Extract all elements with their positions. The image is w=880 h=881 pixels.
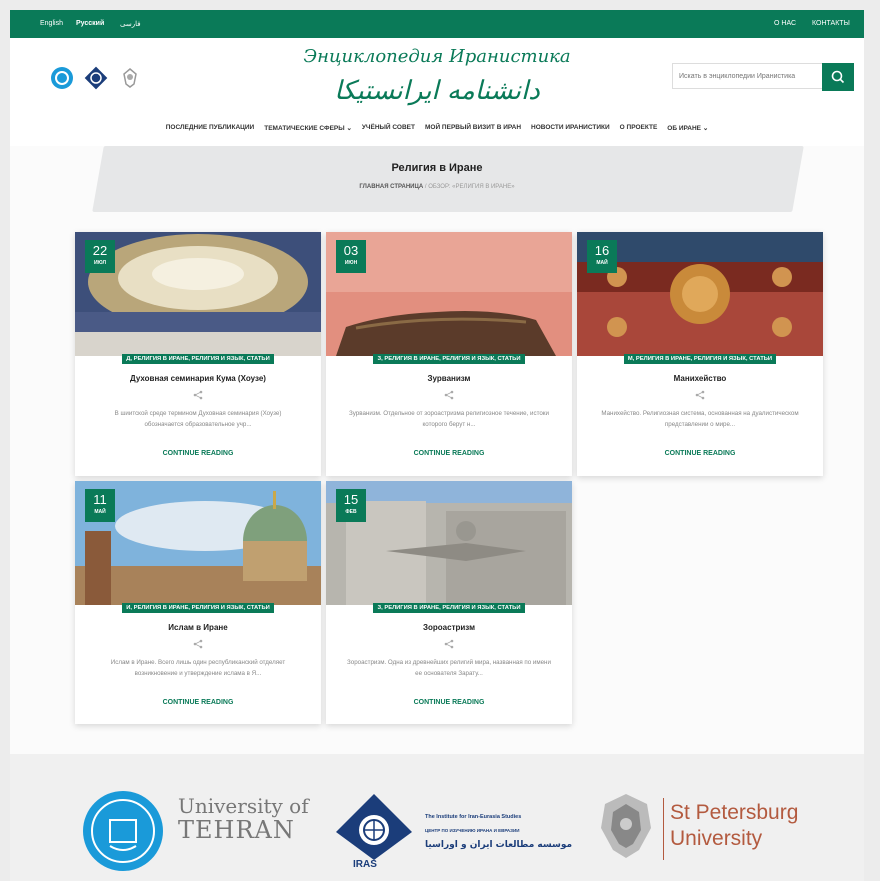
nav-about-project[interactable]: О ПРОЕКТЕ (620, 124, 658, 132)
date-day: 16 (594, 243, 610, 258)
iras-name-en: The Institute for Iran-Eurasia Studies (425, 814, 522, 820)
share-icon[interactable] (695, 390, 705, 400)
date-badge: 03 ИЮН (336, 240, 366, 273)
post-card[interactable]: 11 МАЙ И, РЕЛИГИЯ В ИРАНЕ, РЕЛИГИЯ И ЯЗЫК… (75, 481, 321, 724)
nav-about-iran[interactable]: ОБ ИРАНЕ ⌄ (667, 124, 708, 132)
category-tag[interactable]: И, РЕЛИГИЯ В ИРАНЕ, РЕЛИГИЯ И ЯЗЫК, СТАТ… (122, 603, 274, 613)
post-card[interactable]: 03 ИЮН З, РЕЛИГИЯ В ИРАНЕ, РЕЛИГИЯ И ЯЗЫК… (326, 232, 572, 476)
lang-farsi[interactable]: فارسی (120, 20, 141, 28)
breadcrumb-current: / ОБЗОР: «РЕЛИГИЯ В ИРАНЕ» (424, 184, 515, 190)
nav-latest[interactable]: ПОСЛЕДНИЕ ПУБЛИКАЦИИ (166, 124, 255, 132)
share-icon[interactable] (444, 390, 454, 400)
search-input[interactable] (672, 63, 822, 89)
post-excerpt: Зурванизм. Отдельное от зороастризма рел… (349, 410, 549, 428)
post-title[interactable]: Ислам в Иране (75, 623, 321, 632)
post-title[interactable]: Манихейство (577, 374, 823, 383)
top-bar: English Русский فارسی О НАС КОНТАКТЫ (10, 10, 864, 38)
search-icon (831, 70, 845, 84)
spbu-line1: St Petersburg (670, 801, 799, 824)
post-excerpt: Ислам в Иране. Всего лишь один республик… (110, 659, 286, 677)
spbu-divider (663, 798, 664, 860)
nav-about-iran-label: ОБ ИРАНЕ (667, 125, 701, 132)
page-frame: English Русский فارسی О НАС КОНТАКТЫ Энц… (10, 10, 864, 881)
date-badge: 16 МАЙ (587, 240, 617, 273)
date-month: ИЮЛ (93, 260, 107, 266)
date-badge: 15 ФЕВ (336, 489, 366, 522)
chevron-down-icon: ⌄ (346, 125, 352, 132)
search-button[interactable] (822, 63, 854, 91)
share-icon[interactable] (193, 390, 203, 400)
share-icon[interactable] (193, 639, 203, 649)
site-header: Энциклопедия Иранистика دانشنامه ایرانست… (10, 38, 864, 146)
nav-first-visit[interactable]: МОЙ ПЕРВЫЙ ВИЗИТ В ИРАН (425, 124, 521, 132)
category-tag[interactable]: З, РЕЛИГИЯ В ИРАНЕ, РЕЛИГИЯ И ЯЗЫК, СТАТ… (373, 354, 525, 364)
post-excerpt: Манихейство. Религиозная система, основа… (601, 410, 799, 428)
date-month: ФЕВ (345, 509, 357, 515)
title-banner (92, 146, 804, 212)
post-title[interactable]: Зороастризм (326, 623, 572, 632)
nav-topics[interactable]: ТЕМАТИЧЕСКИЕ СФЕРЫ ⌄ (264, 124, 352, 132)
continue-reading-link[interactable]: CONTINUE READING (326, 699, 572, 706)
spbu-name: St Petersburg University (670, 800, 798, 852)
search-box (672, 63, 857, 91)
main-nav: ПОСЛЕДНИЕ ПУБЛИКАЦИИ ТЕМАТИЧЕСКИЕ СФЕРЫ … (10, 124, 864, 132)
post-card[interactable]: 15 ФЕВ З, РЕЛИГИЯ В ИРАНЕ, РЕЛИГИЯ И ЯЗЫК… (326, 481, 572, 724)
continue-reading-link[interactable]: CONTINUE READING (577, 450, 823, 457)
date-day: 15 (343, 492, 359, 507)
about-link[interactable]: О НАС (774, 20, 796, 27)
date-month: МАЙ (94, 509, 106, 515)
iras-name-fa: موسسه مطالعات ایران و اوراسیا (425, 840, 573, 850)
post-title[interactable]: Духовная семинария Кума (Хоузе) (75, 374, 321, 383)
date-badge: 22 ИЮЛ (85, 240, 115, 273)
iras-name-ru: ЦЕНТР ПО ИЗУЧЕНИЮ ИРАНА И ЕВРАЗИИ (425, 828, 520, 833)
contacts-link[interactable]: КОНТАКТЫ (812, 20, 850, 27)
breadcrumb-home[interactable]: ГЛАВНАЯ СТРАНИЦА (359, 184, 423, 190)
category-tag[interactable]: З, РЕЛИГИЯ В ИРАНЕ, РЕЛИГИЯ И ЯЗЫК, СТАТ… (373, 603, 525, 613)
post-card[interactable]: 22 ИЮЛ Д, РЕЛИГИЯ В ИРАНЕ, РЕЛИГИЯ И ЯЗЫК… (75, 232, 321, 476)
spbu-crest-logo[interactable] (595, 790, 657, 862)
ut-line1: University of (178, 794, 309, 818)
continue-reading-link[interactable]: CONTINUE READING (75, 450, 321, 457)
lang-english[interactable]: English (40, 20, 63, 27)
post-title[interactable]: Зурванизм (326, 374, 572, 383)
partners-footer: University of TEHRAN IRAS The Institute … (10, 754, 864, 881)
date-month: МАЙ (596, 260, 608, 266)
university-tehran-logo[interactable] (82, 790, 164, 872)
page-title: Религия в Иране (391, 162, 483, 174)
date-month: ИЮН (344, 260, 358, 266)
nav-council[interactable]: УЧЁНЫЙ СОВЕТ (362, 124, 415, 132)
university-tehran-name: University of TEHRAN (178, 794, 309, 842)
continue-reading-link[interactable]: CONTINUE READING (326, 450, 572, 457)
post-excerpt: Зороастризм. Одна из древнейших религий … (347, 659, 551, 677)
date-day: 03 (343, 243, 359, 258)
date-day: 22 (92, 243, 108, 258)
breadcrumb: ГЛАВНАЯ СТРАНИЦА / ОБЗОР: «РЕЛИГИЯ В ИРА… (10, 184, 864, 190)
iras-logo[interactable] (332, 790, 416, 860)
spbu-line2: University (670, 827, 763, 850)
post-excerpt: В шиитской среде термином Духовная семин… (114, 410, 282, 428)
nav-news[interactable]: НОВОСТИ ИРАНИСТИКИ (531, 124, 610, 132)
chevron-down-icon: ⌄ (702, 125, 709, 132)
share-icon[interactable] (444, 639, 454, 649)
date-day: 11 (93, 492, 107, 507)
lang-russian[interactable]: Русский (76, 20, 104, 27)
category-tag[interactable]: М, РЕЛИГИЯ В ИРАНЕ, РЕЛИГИЯ И ЯЗЫК, СТАТ… (623, 354, 777, 364)
category-tag[interactable]: Д, РЕЛИГИЯ В ИРАНЕ, РЕЛИГИЯ И ЯЗЫК, СТАТ… (122, 354, 274, 364)
continue-reading-link[interactable]: CONTINUE READING (75, 699, 321, 706)
ut-line2: TEHRAN (178, 816, 295, 844)
post-card[interactable]: 16 МАЙ М, РЕЛИГИЯ В ИРАНЕ, РЕЛИГИЯ И ЯЗЫК… (577, 232, 823, 476)
nav-topics-label: ТЕМАТИЧЕСКИЕ СФЕРЫ (264, 125, 345, 132)
iras-label: IRAS (353, 859, 377, 870)
date-badge: 11 МАЙ (85, 489, 115, 522)
